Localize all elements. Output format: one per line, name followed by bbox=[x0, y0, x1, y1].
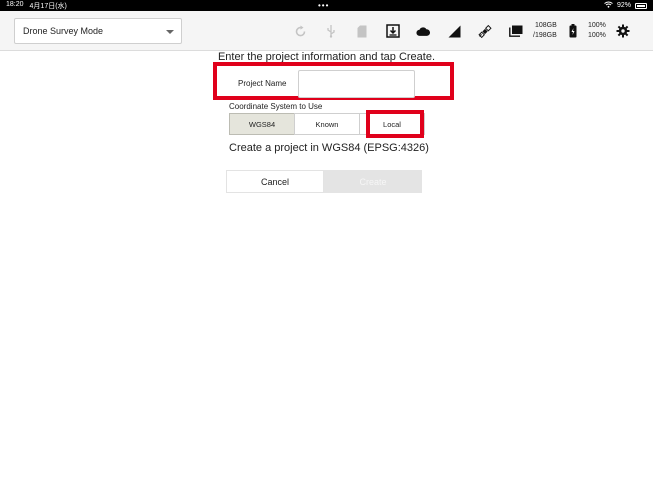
multitask-dots: ••• bbox=[318, 1, 330, 10]
date: 4月17日(水) bbox=[29, 2, 67, 10]
wifi-icon bbox=[604, 1, 613, 10]
chevron-down-icon bbox=[166, 30, 174, 34]
usb-icon bbox=[324, 24, 338, 38]
mode-select[interactable]: Drone Survey Mode bbox=[14, 18, 182, 44]
segment-known[interactable]: Known bbox=[294, 113, 360, 135]
mode-select-value: Drone Survey Mode bbox=[23, 26, 104, 36]
cancel-button[interactable]: Cancel bbox=[226, 170, 324, 193]
project-name-label: Project Name bbox=[238, 79, 287, 88]
cloud-icon[interactable] bbox=[416, 24, 430, 38]
clock: 18:20 bbox=[6, 0, 24, 8]
battery-percent: 92% bbox=[616, 2, 631, 9]
storage-total: /198GB bbox=[533, 32, 557, 39]
project-name-input[interactable] bbox=[298, 70, 415, 98]
satellite-icon[interactable] bbox=[478, 24, 492, 38]
refresh-icon[interactable] bbox=[293, 24, 307, 38]
toolbar: Drone Survey Mode 108GB /198GB 100% 100% bbox=[0, 11, 653, 51]
segment-wgs84[interactable]: WGS84 bbox=[229, 113, 295, 135]
download-icon[interactable] bbox=[386, 24, 400, 38]
coordinate-system-label: Coordinate System to Use bbox=[229, 102, 323, 111]
battery-level-2: 100% bbox=[588, 32, 606, 39]
folder-icon[interactable] bbox=[509, 24, 523, 38]
create-button[interactable]: Create bbox=[324, 170, 422, 193]
storage-used: 108GB bbox=[535, 22, 557, 29]
battery-status-icon bbox=[635, 2, 647, 9]
status-bar: 18:20 4月17日(水) ••• 92% bbox=[0, 0, 653, 11]
sd-card-icon bbox=[355, 24, 369, 38]
signal-icon bbox=[447, 24, 461, 38]
gear-icon[interactable] bbox=[616, 24, 630, 38]
battery-level-1: 100% bbox=[588, 22, 606, 29]
local-highlight bbox=[366, 110, 424, 138]
coordinate-info-text: Create a project in WGS84 (EPSG:4326) bbox=[229, 142, 429, 154]
battery-icon bbox=[566, 24, 580, 38]
